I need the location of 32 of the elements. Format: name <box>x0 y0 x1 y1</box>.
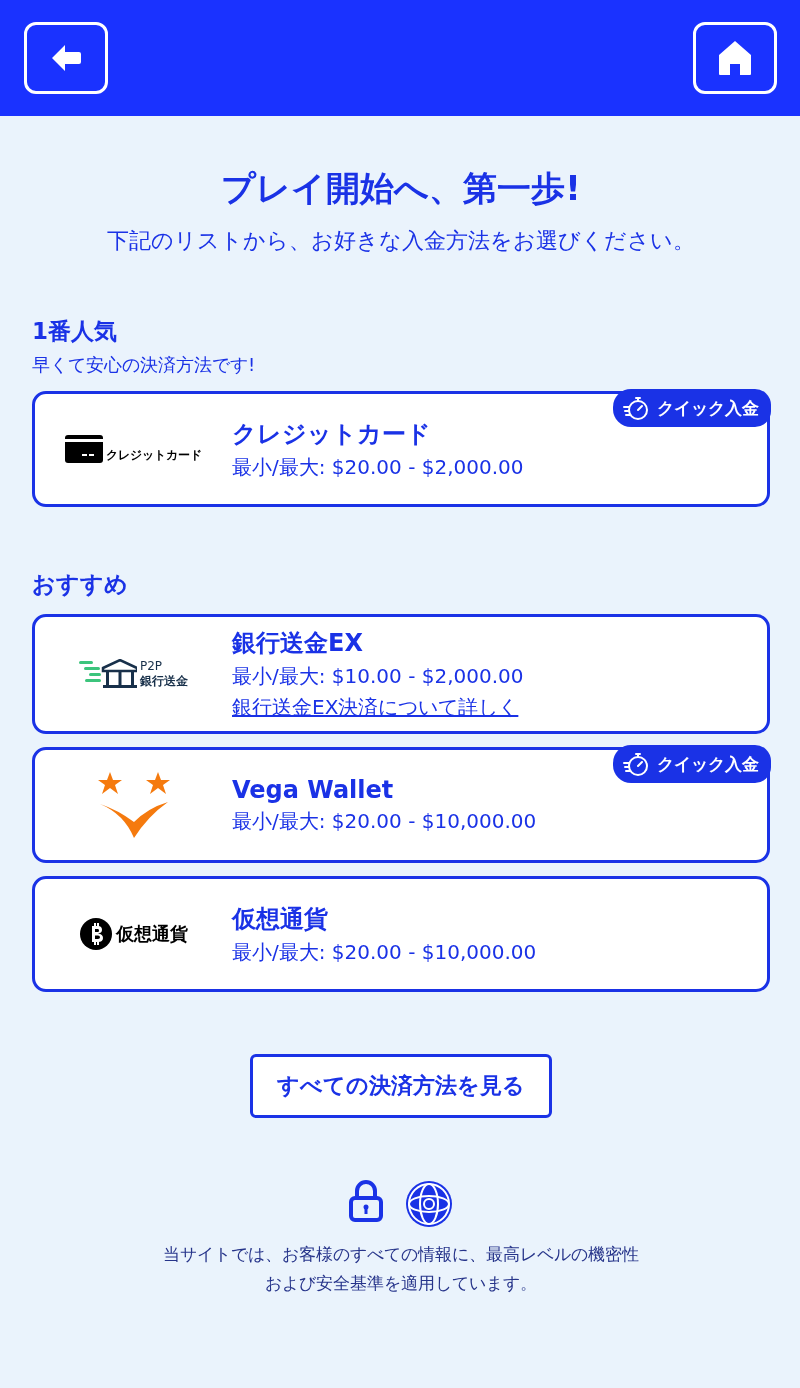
stopwatch-icon <box>623 395 649 421</box>
method-name: 仮想通貨 <box>232 903 329 935</box>
method-name: Vega Wallet <box>232 775 395 804</box>
payment-method-card[interactable]: クレジットカード クレジットカード 最小/最大: $20.00 - $2,000.00 クイック入金 <box>32 391 770 507</box>
stopwatch-icon <box>623 751 649 777</box>
home-button[interactable] <box>693 22 777 94</box>
security-note: 当サイトでは、お客様のすべての情報に、最高レベルの機密性 および安全基準を適用しています。 <box>162 1243 640 1295</box>
limits-text: 最小/最大: $20.00 - $2,000.00 <box>232 453 525 481</box>
back-button[interactable] <box>24 22 108 94</box>
section-heading: おすすめ <box>32 570 129 599</box>
home-icon <box>718 40 752 76</box>
lock-icon <box>349 1180 383 1222</box>
quick-deposit-badge: クイック入金 <box>613 389 771 427</box>
quick-deposit-badge: クイック入金 <box>613 745 771 783</box>
crypto-logo: 仮想通貨 <box>79 918 188 950</box>
section-subheading: 早くて安心の決済方法です! <box>32 353 257 377</box>
limits-text: 最小/最大: $20.00 - $10,000.00 <box>232 807 538 835</box>
payment-method-card[interactable]: Vega Wallet 最小/最大: $20.00 - $10,000.00 クイック入金 <box>32 747 770 863</box>
bank-transfer-logo: P2P 銀行送金 <box>79 659 188 689</box>
credit-card-logo: クレジットカード <box>65 435 202 463</box>
method-name: 銀行送金EX <box>232 628 364 659</box>
limits-text: 最小/最大: $10.00 - $2,000.00 <box>232 663 525 690</box>
method-name: クレジットカード <box>232 418 432 450</box>
payment-method-card[interactable]: 仮想通貨 仮想通貨 最小/最大: $20.00 - $10,000.00 <box>32 876 770 992</box>
subtitle: 下記のリストから、お好きな入金方法をお選びください。 <box>106 227 696 255</box>
limits-text: 最小/最大: $20.00 - $10,000.00 <box>232 938 538 966</box>
all-payment-methods-button[interactable]: すべての決済方法を見る <box>250 1054 552 1118</box>
page-title: プレイ開始へ、第一歩! <box>220 167 582 210</box>
section-heading: 1番人気 <box>32 317 118 346</box>
details-link[interactable]: 銀行送金EX決済について詳しく <box>232 694 519 721</box>
payment-method-card[interactable]: P2P 銀行送金 銀行送金EX 最小/最大: $10.00 - $2,000.00 銀行送金EX決済について詳しく <box>32 614 770 734</box>
globe-icon <box>405 1180 453 1228</box>
